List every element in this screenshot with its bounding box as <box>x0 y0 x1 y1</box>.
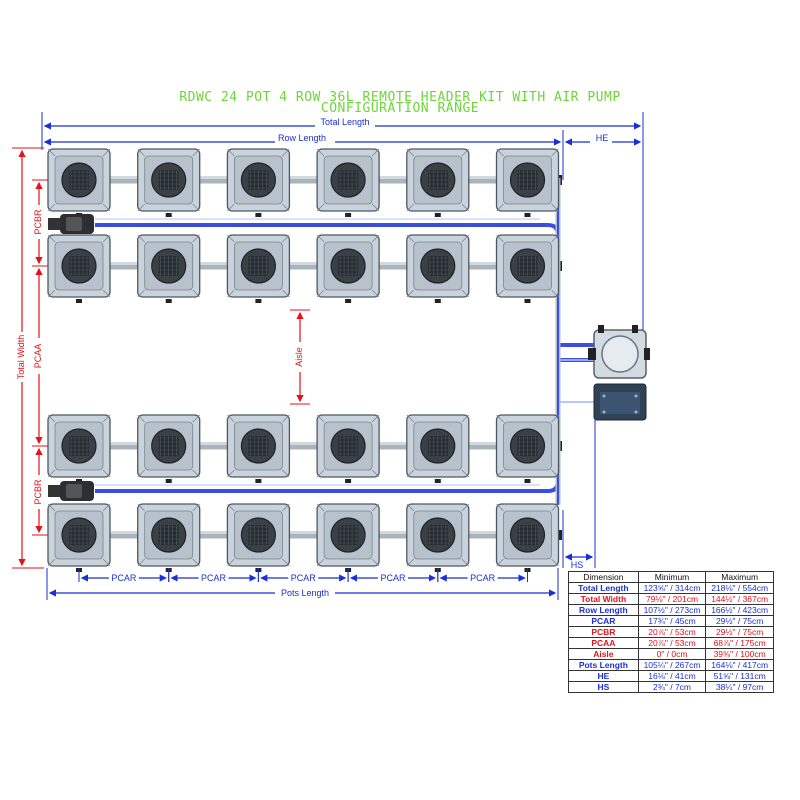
he-label: HE <box>596 133 609 143</box>
total-length-label: Total Length <box>320 117 369 127</box>
pot-2-1 <box>47 234 111 303</box>
table-cell-max: 29½" / 75cm <box>705 626 774 638</box>
air-pump <box>593 383 647 421</box>
pot-3-2 <box>137 414 201 483</box>
pcbr-top-label: PCBR <box>33 209 43 235</box>
pot-1-5 <box>406 148 470 217</box>
pot-3-4 <box>316 414 380 483</box>
table-row: PCAR 17¾" / 45cm 29½" / 75cm <box>568 615 774 627</box>
table-row: HS 2¾" / 7cm 38¼" / 97cm <box>568 681 774 693</box>
table-cell-max: 51⅝" / 131cm <box>705 670 774 682</box>
table-header-row: Dimension Minimum Maximum <box>568 571 774 583</box>
table-cell-max: 144½" / 367cm <box>705 593 774 605</box>
table-cell-dimension: PCBR <box>568 626 639 638</box>
table-header-dimension: Dimension <box>568 571 639 583</box>
table-cell-min: 0" / 0cm <box>637 648 707 660</box>
table-header-maximum: Maximum <box>705 571 774 583</box>
table-row: PCAA 20⅞" / 53cm 68⅞" / 175cm <box>568 637 774 649</box>
row-length-label: Row Length <box>278 133 326 143</box>
pump-valve-top <box>48 214 94 234</box>
pot-1-6 <box>495 148 560 217</box>
aisle-label: Aisle <box>294 347 304 367</box>
table-cell-max: 164⅛" / 417cm <box>705 659 774 671</box>
pot-4-1 <box>47 503 111 572</box>
table-cell-dimension: Total Width <box>568 593 639 605</box>
table-cell-min: 79⅛" / 201cm <box>637 593 707 605</box>
table-cell-dimension: PCAR <box>568 615 639 627</box>
pot-2-3 <box>226 234 291 303</box>
table-cell-min: 105¼" / 267cm <box>637 659 707 671</box>
table-cell-dimension: Aisle <box>568 648 639 660</box>
pot-4-3 <box>226 503 291 572</box>
table-cell-min: 20⅞" / 53cm <box>637 626 707 638</box>
pcar-label: PCAR <box>380 573 406 583</box>
pot-4-5 <box>406 503 470 572</box>
pot-1-3 <box>226 148 291 217</box>
hs-label: HS <box>571 560 584 570</box>
table-row: PCBR 20⅞" / 53cm 29½" / 75cm <box>568 626 774 638</box>
table-row: HE 16⅛" / 41cm 51⅝" / 131cm <box>568 670 774 682</box>
pcar-label: PCAR <box>111 573 137 583</box>
table-row: Aisle 0" / 0cm 39⅜" / 100cm <box>568 648 774 660</box>
table-cell-max: 38¼" / 97cm <box>705 681 774 693</box>
table-cell-dimension: HS <box>568 681 639 693</box>
table-cell-max: 166½" / 423cm <box>705 604 774 616</box>
table-cell-min: 107½" / 273cm <box>637 604 707 616</box>
table-row: Total Length 123⅝" / 314cm 218⅛" / 554cm <box>568 582 774 594</box>
pot-2-5 <box>406 234 470 303</box>
table-cell-dimension: Pots Length <box>568 659 639 671</box>
table-row: Row Length 107½" / 273cm 166½" / 423cm <box>568 604 774 616</box>
table-header-minimum: Minimum <box>637 571 707 583</box>
table-cell-min: 17¾" / 45cm <box>637 615 707 627</box>
pcbr-bottom-label: PCBR <box>33 479 43 505</box>
pot-3-3 <box>226 414 291 483</box>
remote-header-tank <box>588 325 650 379</box>
table-cell-max: 68⅞" / 175cm <box>705 637 774 649</box>
pot-2-6 <box>495 234 560 303</box>
dimension-table: Dimension Minimum Maximum Total Length 12… <box>568 571 774 693</box>
table-cell-dimension: Row Length <box>568 604 639 616</box>
table-cell-min: 123⅝" / 314cm <box>637 582 707 594</box>
total-width-label: Total Width <box>16 335 26 380</box>
table-cell-max: 29½" / 75cm <box>705 615 774 627</box>
pot-1-4 <box>316 148 380 217</box>
table-cell-dimension: HE <box>568 670 639 682</box>
table-cell-min: 2¾" / 7cm <box>637 681 707 693</box>
pot-3-5 <box>406 414 470 483</box>
pcar-label: PCAR <box>470 573 496 583</box>
pot-3-6 <box>495 414 560 483</box>
pot-2-4 <box>316 234 380 303</box>
table-row: Pots Length 105¼" / 267cm 164⅛" / 417cm <box>568 659 774 671</box>
table-cell-min: 16⅛" / 41cm <box>637 670 707 682</box>
table-cell-max: 218⅛" / 554cm <box>705 582 774 594</box>
pcar-dimensions: PCAR PCAR PCAR PCAR PCAR <box>78 568 528 583</box>
pcar-label: PCAR <box>291 573 317 583</box>
pump-valve-bottom <box>48 481 94 501</box>
pot-3-1 <box>47 414 111 483</box>
pcar-label: PCAR <box>201 573 227 583</box>
pot-2-2 <box>137 234 201 303</box>
table-body: Total Length 123⅝" / 314cm 218⅛" / 554cm To… <box>568 582 774 693</box>
table-row: Total Width 79⅛" / 201cm 144½" / 367cm <box>568 593 774 605</box>
pot-4-2 <box>137 503 201 572</box>
table-cell-min: 20⅞" / 53cm <box>637 637 707 649</box>
table-cell-dimension: PCAA <box>568 637 639 649</box>
pot-1-1 <box>47 148 111 217</box>
pots-length-label: Pots Length <box>281 588 329 598</box>
pcaa-label: PCAA <box>33 344 43 369</box>
pot-1-2 <box>137 148 201 217</box>
pot-4-4 <box>316 503 380 572</box>
table-cell-max: 39⅜" / 100cm <box>705 648 774 660</box>
pot-4-6 <box>495 503 560 572</box>
table-cell-dimension: Total Length <box>568 582 639 594</box>
